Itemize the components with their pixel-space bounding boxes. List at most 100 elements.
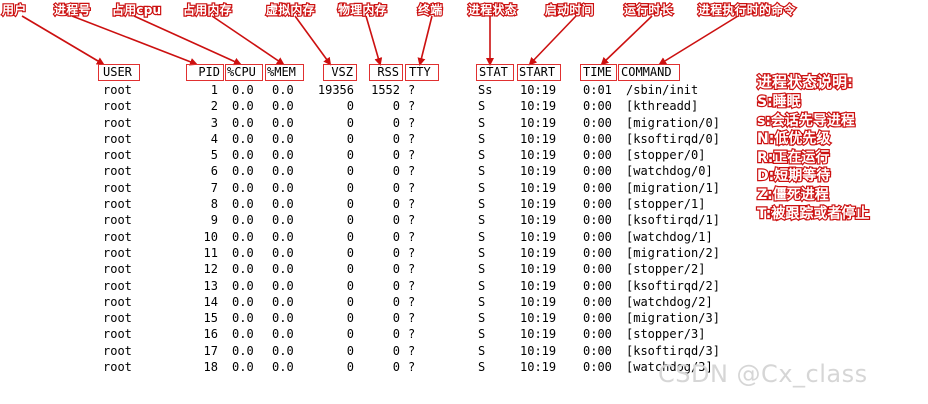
table-row: root 14 0.0 0.0 0 0? S 10:19 0:00 [watchdog/2] (0, 294, 928, 310)
cell-vsz: 0 (346, 343, 354, 358)
cell-time: 0:00 (583, 229, 612, 244)
cell-cpu: 0.0 (232, 311, 254, 326)
table-row: root 10 0.0 0.0 0 0? S 10:19 0:00 [watchdog/1] (0, 229, 928, 245)
column-header-user-label: USER (103, 65, 132, 79)
table-row: root 16 0.0 0.0 0 0? S 10:19 0:00 [stopper/3] (0, 326, 928, 342)
cell-start: 10:19 (520, 148, 557, 163)
cell-pid: 15 (203, 311, 218, 326)
column-header-cpu: %CPU (225, 64, 263, 81)
column-header-time: TIME (580, 64, 617, 81)
cell-pid: 12 (203, 262, 218, 277)
cell-time: 0:00 (583, 343, 612, 358)
cell-time: 0:00 (583, 180, 612, 195)
cell-pid: 17 (203, 343, 218, 358)
cell-command: [migration/1] (626, 180, 720, 195)
stat-legend-item: N:低优先级 (756, 130, 832, 148)
cell-rss: 0 (392, 180, 400, 195)
cell-time: 0:00 (583, 131, 612, 146)
cell-pid: 5 (210, 148, 218, 163)
annotation-tty: 终端 (417, 2, 444, 18)
table-row: root 12 0.0 0.0 0 0? S 10:19 0:00 [stopper/2] (0, 261, 928, 277)
cell-command: [ksoftirqd/3] (626, 343, 720, 358)
cell-start: 10:19 (520, 294, 557, 309)
cell-command: [ksoftirqd/1] (626, 213, 720, 228)
cell-start: 10:19 (520, 83, 557, 97)
arrow-vsz (294, 15, 332, 66)
column-header-vsz-label: VSZ (331, 65, 353, 79)
cell-time: 0:00 (583, 115, 612, 130)
cell-start: 10:19 (520, 262, 557, 277)
cell-time: 0:00 (583, 99, 612, 114)
cell-tty: ? (408, 164, 416, 179)
cell-cpu: 0.0 (232, 360, 254, 375)
column-header-pid-label: PID (198, 65, 220, 79)
cell-mem: 0.0 (272, 148, 294, 163)
cell-command: [ksoftirqd/2] (626, 278, 720, 293)
cell-time: 0:00 (583, 164, 612, 179)
cell-rss: 0 (392, 197, 400, 212)
cell-vsz: 0 (346, 327, 354, 342)
cell-cpu: 0.0 (232, 294, 254, 309)
cell-cpu: 0.0 (232, 262, 254, 277)
cell-stat: S (478, 99, 486, 114)
cell-user: root (103, 180, 132, 195)
cell-user: root (103, 99, 132, 114)
stat-legend-item: T:被跟踪或者停止 (756, 204, 871, 222)
cell-user: root (103, 197, 132, 212)
cell-time: 0:00 (583, 294, 612, 309)
cell-mem: 0.0 (272, 99, 294, 114)
column-header-pid: PID (186, 64, 224, 81)
cell-command: [migration/0] (626, 115, 720, 130)
cell-cpu: 0.0 (232, 99, 254, 114)
cell-mem: 0.0 (272, 360, 294, 375)
cell-mem: 0.0 (272, 262, 294, 277)
cell-cpu: 0.0 (232, 197, 254, 212)
cell-mem: 0.0 (272, 213, 294, 228)
cell-tty: ? (408, 99, 416, 114)
cell-start: 10:19 (520, 99, 557, 114)
cell-command: [stopper/2] (626, 262, 706, 277)
cell-command: [migration/2] (626, 245, 720, 260)
cell-start: 10:19 (520, 213, 557, 228)
table-row: root 13 0.0 0.0 0 0? S 10:19 0:00 [ksoftirqd/2] (0, 278, 928, 294)
cell-rss: 0 (392, 164, 400, 179)
cell-time: 0:00 (583, 197, 612, 212)
column-header-rss: RSS (369, 64, 403, 81)
cell-start: 10:19 (520, 278, 557, 293)
cell-mem: 0.0 (272, 83, 294, 97)
cell-command: [watchdog/1] (626, 229, 713, 244)
cell-rss: 0 (392, 311, 400, 326)
annotation-start: 启动时间 (544, 2, 595, 18)
cell-time: 0:00 (583, 213, 612, 228)
cell-pid: 2 (210, 99, 218, 114)
cell-tty: ? (408, 245, 416, 260)
annotation-mem: 占用内存 (182, 2, 233, 18)
cell-rss: 0 (392, 99, 400, 114)
stat-legend: 进程状态说明: S:睡眠 s:会话先导进程 N:低优先级 R:正在运行 D:短期… (756, 72, 871, 223)
cell-mem: 0.0 (272, 343, 294, 358)
cell-cpu: 0.0 (232, 229, 254, 244)
cell-start: 10:19 (520, 180, 557, 195)
arrow-tty (417, 15, 433, 66)
cell-stat: S (478, 131, 486, 146)
cell-rss: 0 (392, 245, 400, 260)
cell-tty: ? (408, 262, 416, 277)
arrow-rss (365, 15, 383, 66)
cell-cpu: 0.0 (232, 164, 254, 179)
cell-pid: 18 (203, 360, 218, 375)
cell-rss: 0 (392, 343, 400, 358)
cell-time: 0:00 (583, 327, 612, 342)
cell-user: root (103, 360, 132, 375)
cell-rss: 1552 (371, 83, 400, 97)
cell-stat: S (478, 245, 486, 260)
cell-tty: ? (408, 180, 416, 195)
cell-rss: 0 (392, 213, 400, 228)
cell-command: [watchdog/2] (626, 294, 713, 309)
cell-stat: S (478, 360, 486, 375)
cell-mem: 0.0 (272, 311, 294, 326)
column-header-command: COMMAND (618, 64, 680, 81)
arrow-mem (211, 15, 285, 66)
cell-vsz: 0 (346, 148, 354, 163)
cell-pid: 11 (203, 245, 218, 260)
column-header-user: USER (98, 64, 140, 81)
